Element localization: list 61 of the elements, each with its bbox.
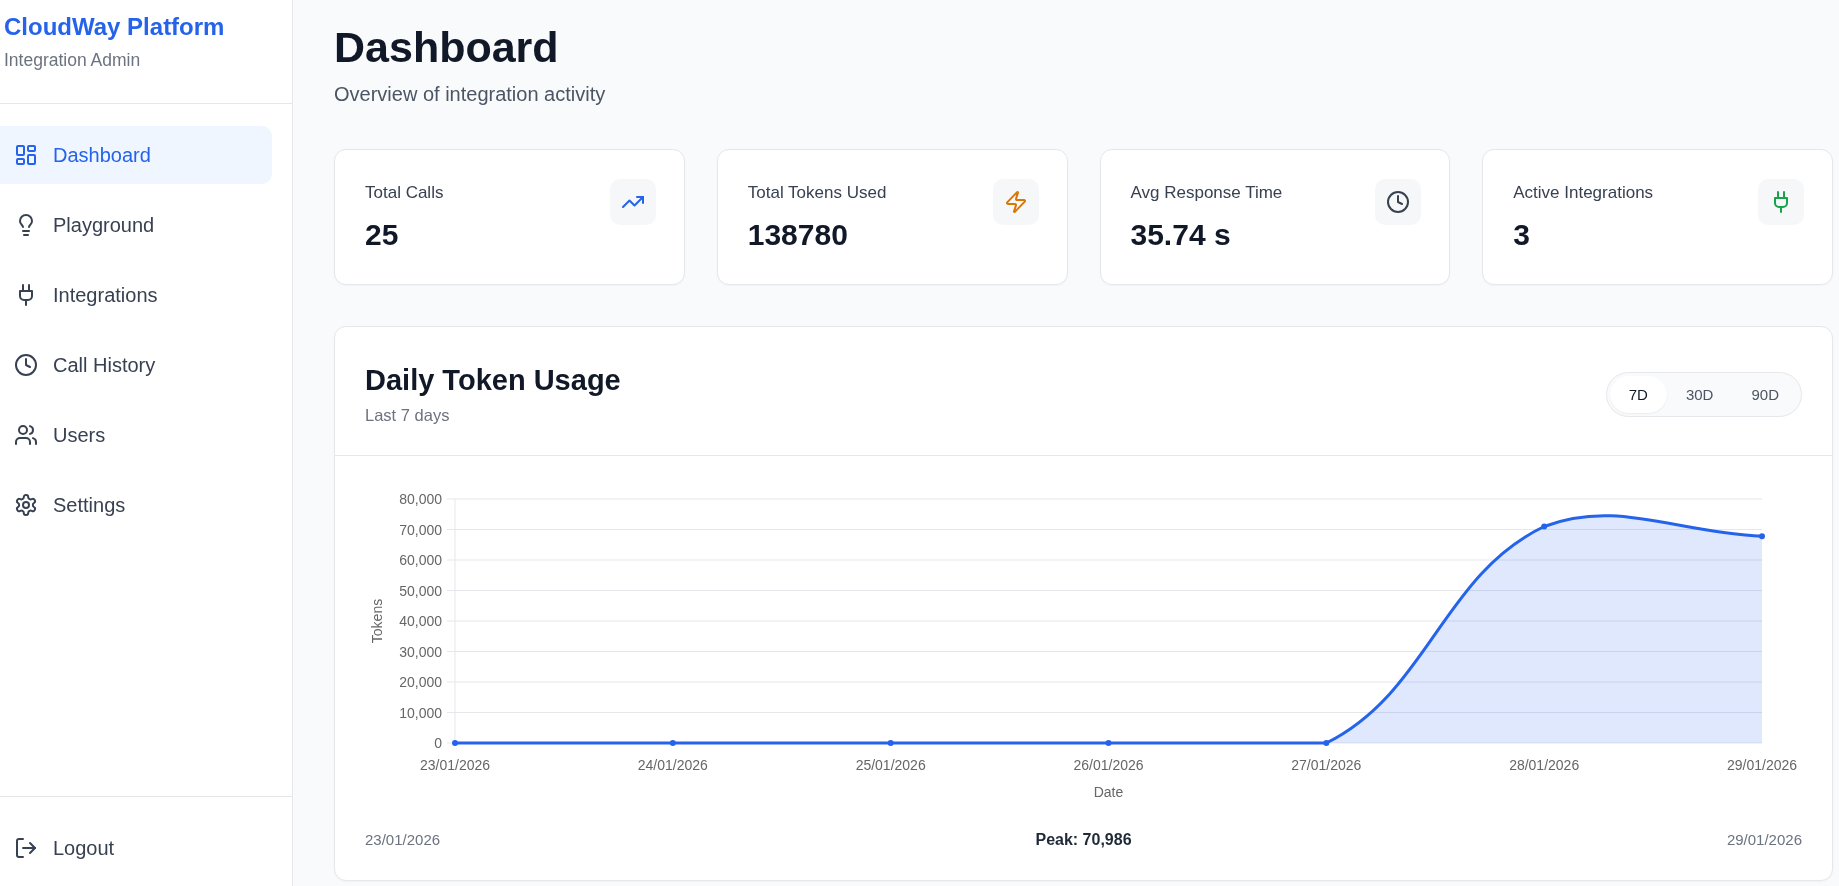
nav-item[interactable]: Playground	[0, 196, 272, 254]
stat-label: Active Integrations	[1513, 183, 1654, 203]
stat-value: 25	[365, 218, 399, 252]
stat-label: Total Calls	[365, 183, 444, 203]
stat-value: 138780	[747, 218, 848, 252]
trend-up-icon	[609, 179, 656, 225]
axis-title: Tokens	[369, 598, 385, 644]
plug-icon	[1758, 179, 1804, 225]
data-point	[1105, 740, 1112, 746]
brand-name: CloudWay Platform	[4, 12, 225, 42]
data-point	[452, 740, 458, 746]
stat-value: 35.74 s	[1130, 218, 1231, 252]
page-title: Dashboard	[334, 22, 559, 72]
logout-button[interactable]: Logout	[0, 819, 272, 877]
nav-item[interactable]: Call History	[0, 336, 272, 394]
data-point	[669, 740, 676, 746]
stat-label: Avg Response Time	[1130, 183, 1283, 203]
y-tick-label: 0	[434, 735, 442, 751]
clock-icon	[15, 354, 37, 376]
logout-icon	[15, 837, 37, 859]
y-tick-label: 30,000	[399, 643, 442, 660]
x-tick-label: 26/01/2026	[1073, 757, 1144, 773]
y-tick-label: 70,000	[399, 521, 442, 538]
y-tick-label: 10,000	[399, 704, 442, 721]
range-tab[interactable]: 7D	[1609, 375, 1667, 413]
data-point	[1759, 533, 1765, 540]
clock-icon	[1375, 179, 1422, 225]
chart-title: Daily Token Usage	[365, 363, 621, 397]
y-tick-label: 20,000	[399, 674, 442, 690]
y-tick-label: 80,000	[399, 491, 442, 507]
nav-item[interactable]: Settings	[0, 476, 272, 534]
range-end-date: 29/01/2026	[1726, 830, 1802, 850]
y-tick-label: 40,000	[399, 613, 442, 629]
x-tick-label: 28/01/2026	[1509, 757, 1580, 773]
nav-item[interactable]: Integrations	[0, 266, 272, 324]
data-point	[887, 740, 894, 746]
range-tab[interactable]: 30D	[1666, 375, 1733, 413]
x-tick-label: 29/01/2026	[1726, 757, 1798, 773]
stat-label: Total Tokens Used	[747, 183, 887, 203]
x-tick-label: 24/01/2026	[637, 757, 708, 773]
x-tick-label: 25/01/2026	[855, 757, 926, 773]
lightning-icon	[992, 179, 1039, 225]
brand-subtitle: Integration Admin	[4, 49, 141, 71]
x-tick-label: 23/01/2026	[419, 757, 491, 773]
stat-value: 3	[1513, 218, 1530, 252]
grid-icon	[15, 144, 37, 166]
nav-item[interactable]: Users	[0, 406, 272, 464]
y-tick-label: 50,000	[399, 582, 442, 599]
range-tab[interactable]: 90D	[1732, 375, 1798, 413]
y-tick-label: 60,000	[399, 552, 442, 568]
x-tick-label: 27/01/2026	[1291, 757, 1362, 773]
chart-subtitle: Last 7 days	[365, 405, 450, 425]
settings-icon	[15, 494, 37, 516]
nav-item[interactable]: Dashboard	[0, 126, 272, 184]
axis-title: Date	[1093, 784, 1124, 800]
data-point	[1323, 740, 1330, 746]
peak-value: Peak: 70,986	[1035, 830, 1132, 850]
users-icon	[15, 424, 37, 446]
range-start-date: 23/01/2026	[365, 830, 441, 850]
page-subtitle: Overview of integration activity	[334, 82, 606, 106]
data-point	[1541, 523, 1548, 530]
